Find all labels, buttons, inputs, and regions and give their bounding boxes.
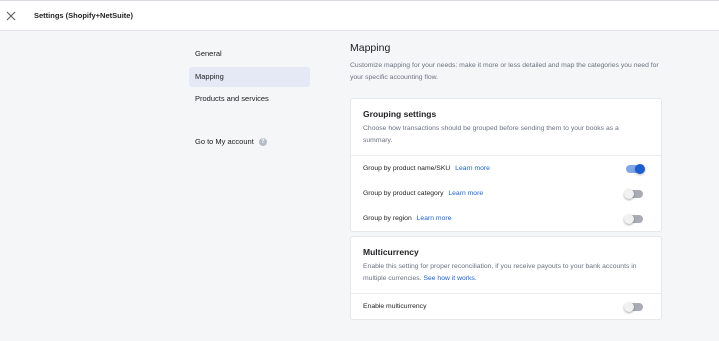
group-by-region-row: Group by region Learn more bbox=[351, 206, 661, 231]
go-to-my-account-link[interactable]: Go to My account ? bbox=[195, 137, 267, 146]
multicurrency-title: Multicurrency bbox=[363, 247, 419, 257]
enable-multicurrency-toggle[interactable] bbox=[624, 301, 643, 312]
mapping-header: Mapping Customize mapping for your needs… bbox=[350, 40, 662, 84]
learn-more-link[interactable]: Learn more bbox=[417, 215, 452, 222]
see-how-it-works-link[interactable]: See how it works. bbox=[423, 275, 476, 282]
account-link-label: Go to My account bbox=[195, 137, 254, 146]
settings-nav: General Mapping Products and services bbox=[189, 44, 310, 112]
multicurrency-description-text: Enable this setting for proper reconcili… bbox=[363, 263, 637, 282]
multicurrency-header: Multicurrency Enable this setting for pr… bbox=[351, 237, 661, 294]
enable-multicurrency-label: Enable multicurrency bbox=[363, 303, 427, 310]
group-by-product-name-row: Group by product name/SKU Learn more bbox=[351, 156, 661, 181]
page-description: Customize mapping for your needs: make i… bbox=[350, 62, 659, 81]
grouping-settings-title: Grouping settings bbox=[363, 109, 437, 119]
close-icon[interactable] bbox=[4, 9, 18, 23]
top-bar: Settings (Shopify+NetSuite) bbox=[0, 0, 719, 31]
nav-item-products-and-services[interactable]: Products and services bbox=[189, 89, 310, 109]
group-by-product-name-toggle[interactable] bbox=[626, 163, 645, 174]
nav-item-mapping[interactable]: Mapping bbox=[189, 66, 310, 87]
group-by-region-label: Group by region bbox=[363, 215, 412, 222]
help-icon[interactable]: ? bbox=[258, 137, 267, 146]
group-by-product-name-label: Group by product name/SKU bbox=[363, 165, 451, 172]
nav-item-general[interactable]: General bbox=[189, 44, 310, 64]
enable-multicurrency-row: Enable multicurrency bbox=[351, 294, 661, 319]
group-by-region-toggle[interactable] bbox=[624, 213, 643, 224]
group-by-product-category-toggle[interactable] bbox=[624, 188, 643, 199]
group-by-product-category-label: Group by product category bbox=[363, 190, 444, 197]
learn-more-link[interactable]: Learn more bbox=[448, 190, 483, 197]
window-title: Settings (Shopify+NetSuite) bbox=[34, 11, 133, 20]
grouping-settings-description: Choose how transactions should be groupe… bbox=[363, 125, 619, 144]
group-by-product-category-row: Group by product category Learn more bbox=[351, 181, 661, 206]
learn-more-link[interactable]: Learn more bbox=[455, 165, 490, 172]
grouping-settings-header: Grouping settings Choose how transaction… bbox=[351, 99, 661, 156]
multicurrency-description: Enable this setting for proper reconcili… bbox=[363, 261, 649, 285]
multicurrency-card: Multicurrency Enable this setting for pr… bbox=[350, 236, 662, 320]
grouping-settings-card: Grouping settings Choose how transaction… bbox=[350, 98, 662, 232]
page-title: Mapping bbox=[350, 42, 391, 54]
